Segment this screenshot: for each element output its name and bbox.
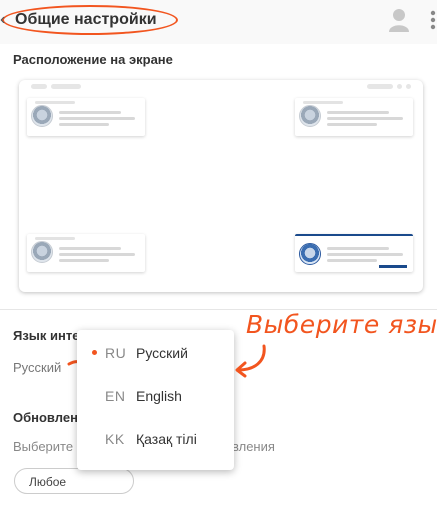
position-option-bottom-left[interactable]	[27, 234, 145, 272]
emblem-icon	[299, 243, 321, 265]
language-option-kk[interactable]: KK Қазақ тілі	[77, 420, 234, 458]
language-current-value[interactable]: Русский	[13, 360, 61, 375]
annotation-label: Выберите язык	[246, 310, 437, 339]
page-title[interactable]: Общие настройки	[15, 11, 157, 29]
annotation-arrow-icon	[235, 344, 266, 378]
position-section-title: Расположение на экране	[13, 52, 173, 67]
position-option-top-right[interactable]	[295, 98, 413, 136]
updates-description-start: Выберите	[13, 439, 74, 454]
back-chevron-icon[interactable]: ‹	[0, 11, 5, 29]
emblem-icon	[299, 105, 321, 127]
language-dropdown-menu: RU Русский EN English KK Қазақ тілі	[77, 330, 234, 470]
updates-section-title: Обновлен	[13, 410, 78, 425]
language-code: EN	[105, 388, 126, 404]
user-icon[interactable]	[388, 8, 410, 32]
more-vertical-icon[interactable]	[430, 10, 436, 30]
language-code: RU	[105, 345, 127, 361]
language-option-ru[interactable]: RU Русский	[77, 334, 234, 372]
updates-select-value: Любое	[29, 475, 67, 489]
selected-dot-icon	[92, 350, 97, 355]
language-label: Қазақ тілі	[136, 431, 197, 447]
language-label: Русский	[136, 345, 188, 361]
header: ‹ Общие настройки	[0, 0, 437, 44]
position-option-top-left[interactable]	[27, 98, 145, 136]
language-label: English	[136, 388, 182, 404]
updates-select[interactable]: Любое	[14, 468, 134, 494]
updates-description-end: вления	[232, 439, 275, 454]
language-option-en[interactable]: EN English	[77, 377, 234, 415]
language-code: KK	[105, 431, 125, 447]
position-option-bottom-right[interactable]	[295, 234, 413, 272]
emblem-icon	[31, 105, 53, 127]
emblem-icon	[31, 241, 53, 263]
selected-indicator	[379, 265, 407, 268]
preview-topbar	[27, 84, 415, 92]
screen-position-preview	[19, 80, 423, 292]
updates-description: Выберите вления	[13, 439, 275, 454]
